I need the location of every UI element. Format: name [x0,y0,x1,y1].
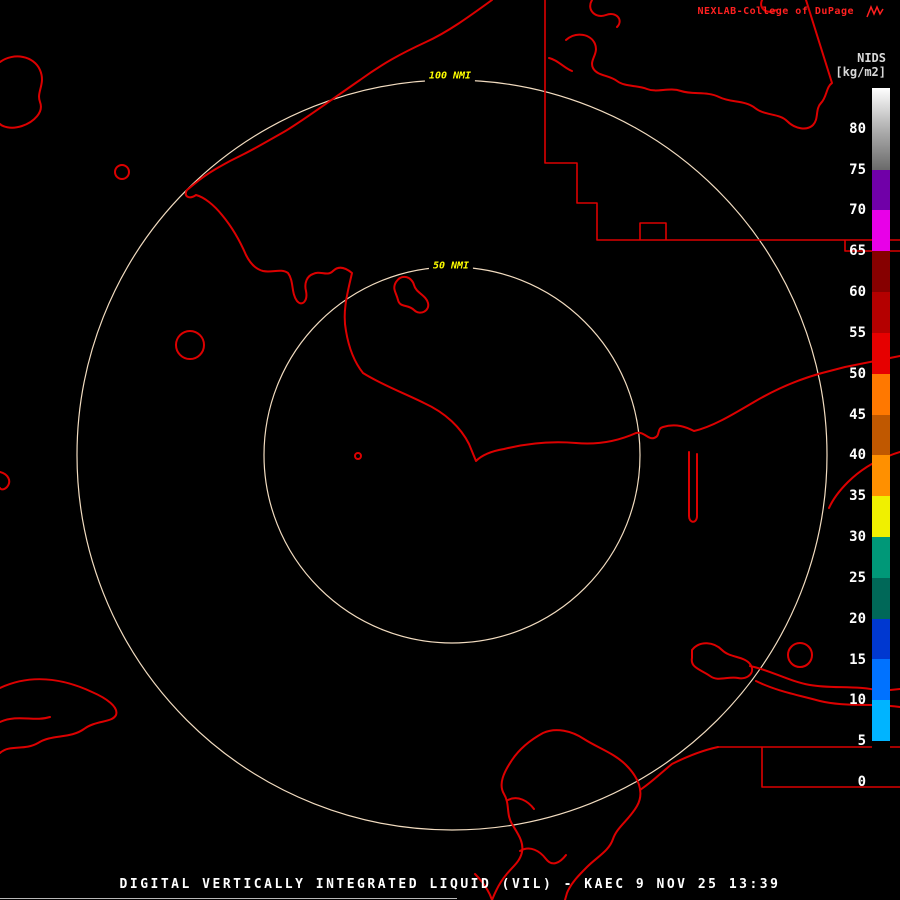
colorbar-tick-label: 25 [849,569,866,586]
colorbar-tick-label: 70 [849,202,866,219]
island-northwest [0,55,43,129]
colorbar-segment [872,88,890,129]
island-outline [787,642,813,668]
range-ring [263,266,641,644]
colorbar-tick-label: 40 [849,447,866,464]
colorbar-segment [872,659,890,701]
bottom-edge-line [0,898,457,899]
colorbar-segment [872,169,890,211]
colorbar-segment [872,741,890,782]
island-outline [114,164,130,180]
colorbar-segment [872,577,890,619]
colorbar-tick-label: 30 [849,529,866,546]
island-cluster-center [393,275,430,314]
colorbar-tick-label: 65 [849,243,866,260]
colorbar-tick-label: 75 [849,161,866,178]
colorbar-segment [872,496,890,537]
inlet-channel-east [688,451,698,523]
colorbar-tick-label: 60 [849,284,866,301]
colorbar-tick-label: 0 [857,774,866,790]
colorbar-segment [872,536,890,578]
coastline-southwest [0,678,118,754]
colorbar-segment [872,618,890,660]
colorbar-units: [kg/m2] [835,65,886,79]
product-caption: DIGITAL VERTICALLY INTEGRATED LIQUID (VI… [119,877,781,892]
colorbar-tick-label: 50 [849,365,866,382]
colorbar-tick-label: 10 [849,692,866,709]
colorbar-tick-label: 5 [857,733,866,750]
coastline-main [184,0,900,462]
radar-display: 100 NMI 50 NMI NEXLAB-College of DuPage … [0,0,900,900]
coastline-east [690,642,900,708]
range-ring-label-100nmi: 100 NMI [424,69,476,83]
brand-logo-icon [866,4,884,23]
colorbar-tick-label: 45 [849,406,866,423]
coastline-northeast [565,0,833,130]
colorbar-segment [872,414,890,456]
colorbar-tick-label: 15 [849,651,866,668]
range-ring-label-50nmi: 50 NMI [428,259,474,273]
coastline-south [474,729,719,900]
colorbar-tick-label: 80 [849,120,866,137]
colorbar-segment [872,373,890,415]
colorbar-segment [872,251,890,293]
colorbar [872,88,890,782]
colorbar-title: NIDS [857,51,886,65]
colorbar-tick-label: 55 [849,324,866,341]
range-ring [76,79,828,831]
brand-text: NEXLAB-College of DuPage [697,6,854,17]
radar-map [0,0,900,900]
colorbar-tick-label: 35 [849,488,866,505]
colorbar-segment [872,700,890,741]
colorbar-segment [872,455,890,497]
colorbar-segment [872,292,890,333]
left-edge-mark [0,471,11,491]
colorbar-segment [872,332,890,374]
island-outline [354,452,362,460]
colorbar-segment [872,210,890,252]
colorbar-segment [872,128,890,170]
island-outline [175,330,205,360]
colorbar-tick-label: 20 [849,610,866,627]
